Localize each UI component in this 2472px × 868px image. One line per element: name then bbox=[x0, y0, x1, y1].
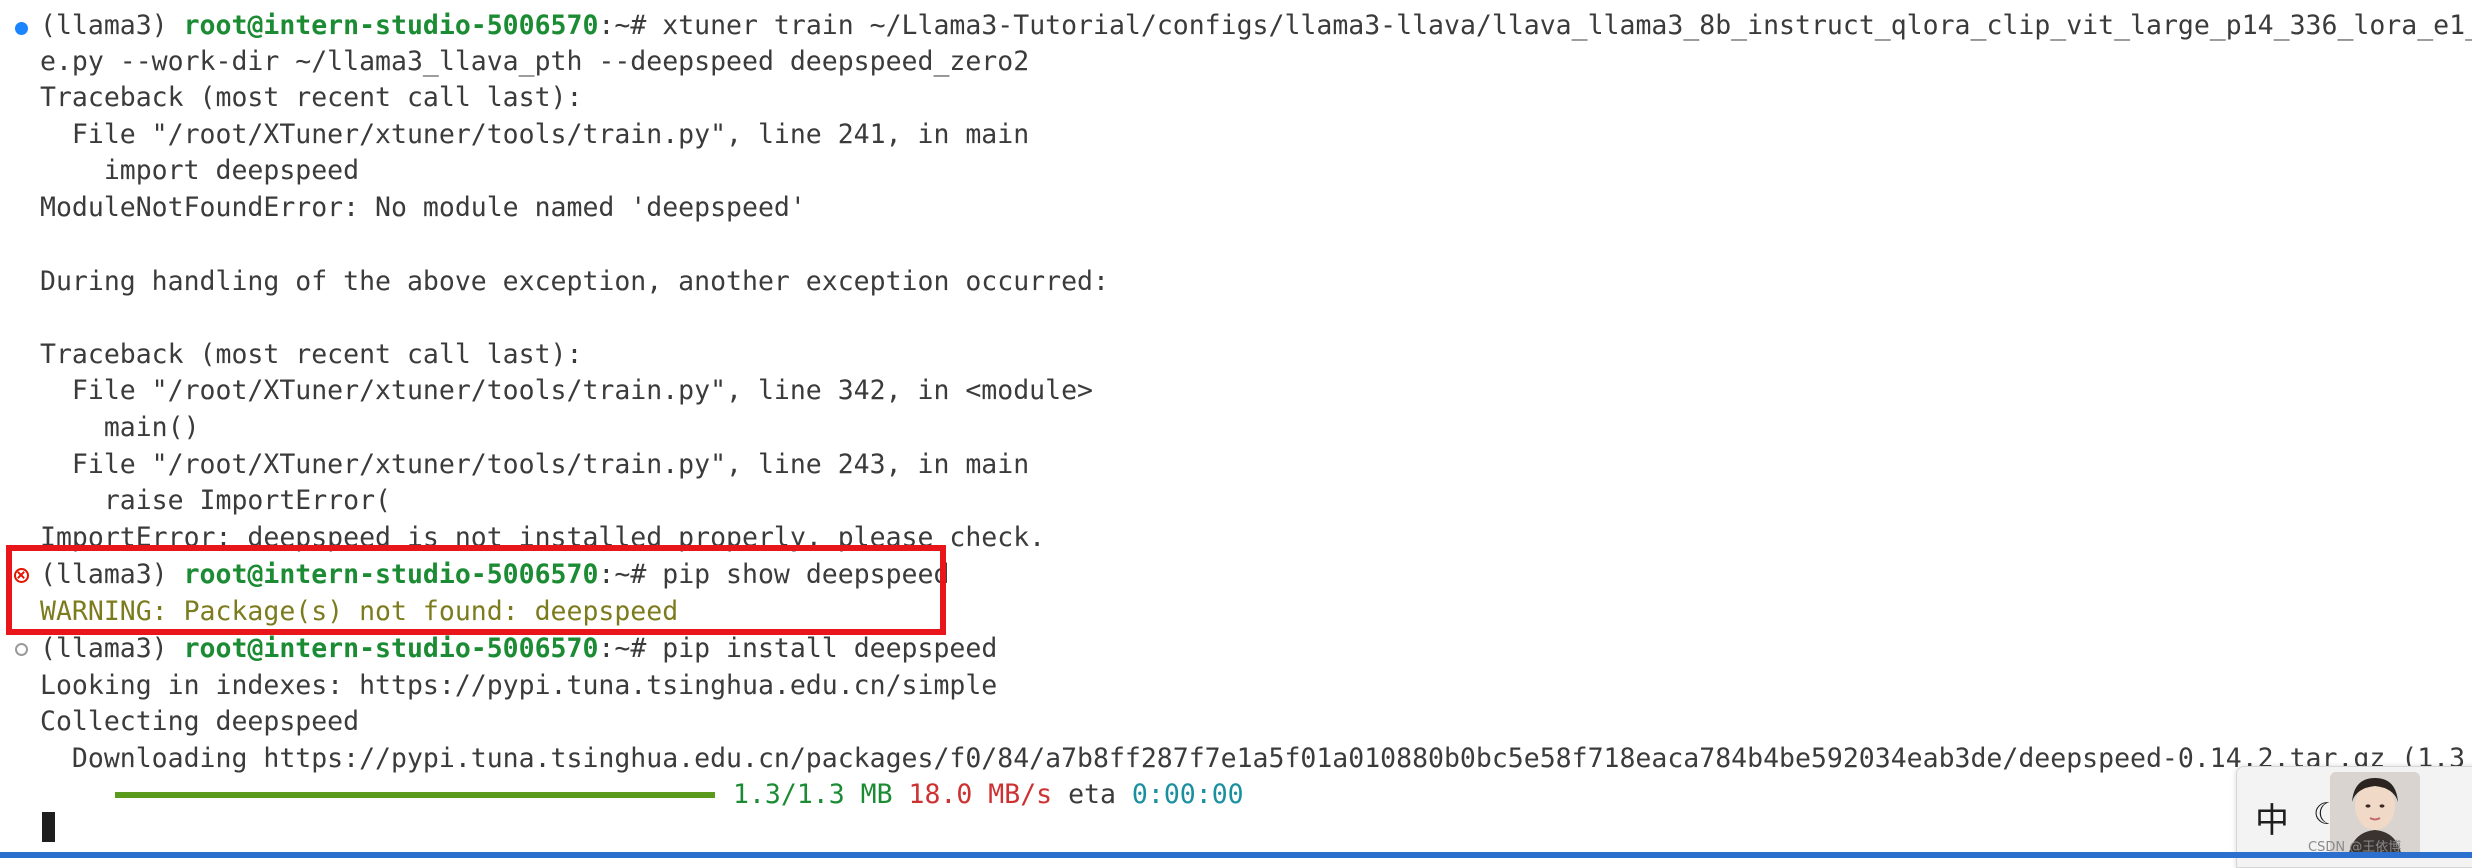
eta-value: 0:00:00 bbox=[1131, 779, 1244, 810]
command-status-error-icon[interactable] bbox=[8, 557, 34, 593]
command-status-success-icon[interactable] bbox=[8, 10, 34, 46]
terminal-panel[interactable]: (llama3) root@intern-studio-5006570:~# x… bbox=[0, 0, 2472, 858]
command-status-running-icon[interactable] bbox=[8, 631, 34, 667]
prompt-user: root@intern-studio-5006570 bbox=[183, 633, 599, 664]
env-label: (llama3) bbox=[40, 10, 184, 41]
terminal-cursor bbox=[42, 812, 55, 842]
bottom-accent-bar bbox=[0, 852, 2472, 858]
terminal-line: e.py --work-dir ~/llama3_llava_pth --dee… bbox=[40, 46, 1030, 77]
terminal-line: Traceback (most recent call last): bbox=[40, 339, 583, 370]
terminal-line: raise ImportError( bbox=[40, 485, 391, 516]
command-text: :~# pip install deepspeed bbox=[598, 633, 998, 664]
ime-mode-toggle[interactable]: 中 bbox=[2255, 793, 2289, 842]
command-text: :~# pip show deepspeed bbox=[598, 559, 950, 590]
terminal-line: (llama3) root@intern-studio-5006570:~# p… bbox=[40, 557, 949, 593]
warning-line: WARNING: Package(s) not found: deepspeed bbox=[40, 596, 679, 627]
terminal-line: main() bbox=[40, 412, 200, 443]
prompt-user: root@intern-studio-5006570 bbox=[183, 559, 599, 590]
terminal-line: Downloading https://pypi.tuna.tsinghua.e… bbox=[40, 743, 2472, 774]
terminal-line: During handling of the above exception, … bbox=[40, 266, 1109, 297]
progress-stats: 1.3/1.3 MB 18.0 MB/s eta 0:00:00 bbox=[733, 777, 1244, 813]
command-text: :~# xtuner train ~/Llama3-Tutorial/confi… bbox=[598, 10, 2472, 41]
terminal-line: Collecting deepspeed bbox=[40, 706, 360, 737]
terminal-line: (llama3) root@intern-studio-5006570:~# p… bbox=[40, 631, 997, 667]
progress-size: 1.3/1.3 MB bbox=[733, 779, 893, 810]
env-label: (llama3) bbox=[40, 559, 184, 590]
terminal-line: import deepspeed bbox=[40, 155, 360, 186]
progress-speed: 18.0 MB/s bbox=[908, 779, 1053, 810]
terminal-line: Traceback (most recent call last): bbox=[40, 82, 583, 113]
eta-label: eta bbox=[1068, 779, 1116, 810]
prompt-user: root@intern-studio-5006570 bbox=[183, 10, 599, 41]
terminal-line: File "/root/XTuner/xtuner/tools/train.py… bbox=[40, 449, 1030, 480]
terminal-line: File "/root/XTuner/xtuner/tools/train.py… bbox=[40, 119, 1030, 150]
env-label: (llama3) bbox=[40, 633, 184, 664]
download-progress-fill bbox=[115, 792, 715, 798]
terminal-line: File "/root/XTuner/xtuner/tools/train.py… bbox=[40, 375, 1093, 406]
download-progress-bar bbox=[115, 792, 715, 798]
terminal-line: ModuleNotFoundError: No module named 'de… bbox=[40, 192, 806, 223]
terminal-line: ImportError: deepspeed is not installed … bbox=[40, 522, 1046, 553]
terminal-line: (llama3) root@intern-studio-5006570:~# x… bbox=[40, 8, 2472, 44]
terminal-line: Looking in indexes: https://pypi.tuna.ts… bbox=[40, 670, 998, 701]
